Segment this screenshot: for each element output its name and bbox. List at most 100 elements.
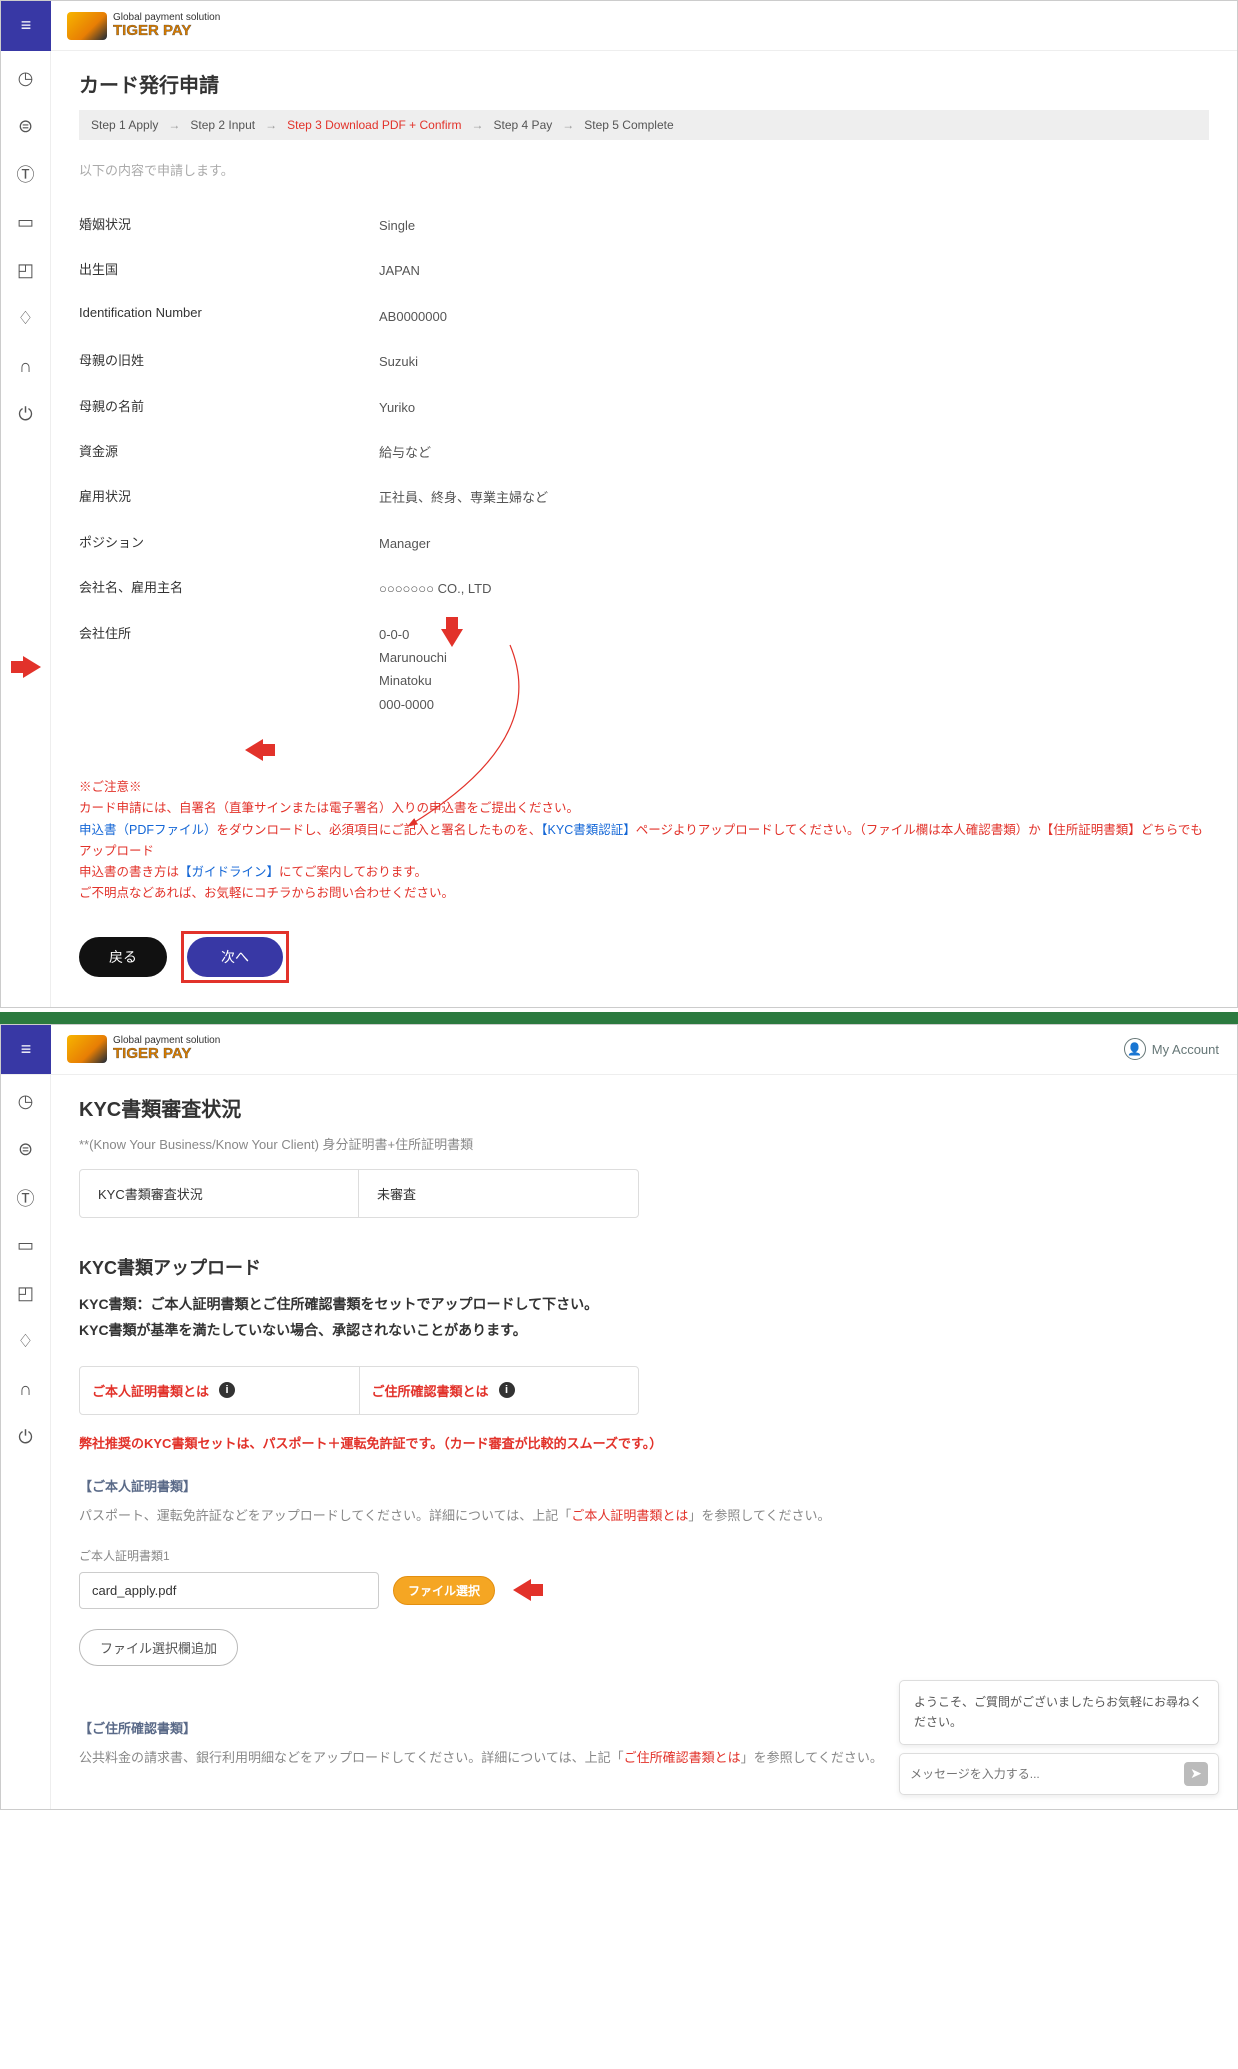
income-value: 給与など: [379, 441, 1209, 464]
step-3: Step 3 Download PDF + Confirm: [287, 118, 461, 132]
notice-block: ※ご注意※ カード申請には、自署名（直筆サインまたは電子署名）入りの申込書をご提…: [79, 777, 1209, 905]
bell-icon[interactable]: ♢: [15, 307, 37, 329]
info-icon: i: [219, 1382, 235, 1398]
clock-icon[interactable]: ◷: [15, 67, 37, 89]
annotation-arrow-next: [245, 739, 263, 764]
company-addr-value: 0-0-0 Marunouchi Minatoku 000-0000: [379, 623, 1209, 717]
marital-label: 婚姻状況: [79, 214, 379, 237]
mother-maiden-value: Suzuki: [379, 350, 1209, 373]
logo-brand-2: TIGER PAY: [113, 1046, 220, 1063]
chat-send-button[interactable]: ➤: [1184, 1762, 1208, 1786]
notice-3a: 申込書の書き方は: [79, 865, 179, 879]
company-addr-label: 会社住所: [79, 623, 379, 717]
tab-addr-label: ご住所確認書類とは: [372, 1381, 489, 1400]
headset-icon-2[interactable]: ∩: [15, 1379, 37, 1401]
tab-addr-docs[interactable]: ご住所確認書類とは i: [360, 1367, 639, 1414]
top-icon-2[interactable]: Ⓣ: [15, 1187, 37, 1209]
breadcrumb-steps: Step 1 Apply→ Step 2 Input→ Step 3 Downl…: [79, 110, 1209, 140]
addr-doc-link[interactable]: ご住所確認書類とは: [624, 1750, 741, 1765]
annotation-arrow-file: [513, 1579, 531, 1601]
box-icon[interactable]: ◰: [15, 259, 37, 281]
kyc-note-2: KYC書類が基準を満たしていない場合、承認されないことがあります。: [79, 1320, 1209, 1340]
birth-country-label: 出生国: [79, 259, 379, 282]
kyc-status-label: KYC書類審査状況: [80, 1170, 359, 1217]
bell-icon-2[interactable]: ♢: [15, 1331, 37, 1353]
hamburger-button[interactable]: ≡: [1, 1, 51, 51]
chat-greeting: ようこそ、ご質問がございましたらお気軽にお尋ねください。: [899, 1680, 1219, 1744]
guideline-link[interactable]: 【ガイドライン】: [179, 865, 279, 879]
box-icon-2[interactable]: ◰: [15, 1283, 37, 1305]
income-label: 資金源: [79, 441, 379, 464]
hamburger-button-2[interactable]: ≡: [1, 1024, 51, 1074]
card-icon-2[interactable]: ▭: [15, 1235, 37, 1257]
tiger-icon-2: [67, 1035, 107, 1063]
chat-input[interactable]: [910, 1767, 1184, 1781]
id-section-head: 【ご本人証明書類】: [79, 1476, 1209, 1495]
kyc-note-1: KYC書類：ご本人証明書類とご住所確認書類をセットでアップロードして下さい。: [79, 1294, 1209, 1314]
notice-3c: にてご案内しております。: [279, 865, 427, 879]
id-field-label: ご本人証明書類1: [79, 1547, 1209, 1564]
notice-2b: をダウンロードし、必須項目にご記入と署名したものを、: [217, 823, 542, 837]
sidebar: ◷ ⊜ Ⓣ ▭ ◰ ♢ ∩ ⏻: [1, 51, 51, 1007]
birth-country-value: JAPAN: [379, 259, 1209, 282]
employment-value: 正社員、終身、専業主婦など: [379, 486, 1209, 509]
file-input-1[interactable]: card_apply.pdf: [79, 1572, 379, 1609]
kyc-page-title: KYC書類審査状況: [79, 1093, 1209, 1122]
kyc-status-value: 未審査: [359, 1170, 434, 1217]
pdf-download-link[interactable]: 申込書（PDFファイル）: [79, 823, 217, 837]
company-label: 会社名、雇用主名: [79, 577, 379, 600]
id-section-desc: パスポート、運転免許証などをアップロードしてください。詳細については、上記「ご本…: [79, 1505, 1209, 1527]
step-2: Step 2 Input: [190, 118, 255, 132]
marital-value: Single: [379, 214, 1209, 237]
kyc-upload-title: KYC書類アップロード: [79, 1254, 1209, 1280]
yen-icon-2[interactable]: ⊜: [15, 1139, 37, 1161]
notice-headline: ※ご注意※: [79, 777, 1209, 798]
tiger-icon: [67, 12, 107, 40]
idnum-value: AB0000000: [379, 305, 1209, 328]
logo-2: Global payment solution TIGER PAY: [67, 1035, 220, 1063]
logo-brand: TIGER PAY: [113, 23, 220, 40]
power-icon[interactable]: ⏻: [15, 403, 37, 425]
employment-label: 雇用状況: [79, 486, 379, 509]
clock-icon-2[interactable]: ◷: [15, 1091, 37, 1113]
position-value: Manager: [379, 532, 1209, 555]
my-account-label: My Account: [1152, 1042, 1219, 1057]
sidebar-2: ◷ ⊜ Ⓣ ▭ ◰ ♢ ∩ ⏻: [1, 1075, 51, 1809]
next-button-highlight: 次へ: [181, 931, 289, 983]
mother-maiden-label: 母親の旧姓: [79, 350, 379, 373]
tab-id-docs[interactable]: ご本人証明書類とは i: [80, 1367, 360, 1414]
headset-icon[interactable]: ∩: [15, 355, 37, 377]
kyc-link[interactable]: 【KYC書類認証】: [541, 823, 635, 837]
id-doc-link[interactable]: ご本人証明書類とは: [571, 1508, 688, 1523]
back-button[interactable]: 戻る: [79, 937, 167, 977]
chat-widget: ようこそ、ご質問がございましたらお気軽にお尋ねください。 ➤: [899, 1680, 1219, 1794]
mother-name-value: Yuriko: [379, 396, 1209, 419]
kyc-status-row: KYC書類審査状況 未審査: [79, 1169, 639, 1218]
company-value: ○○○○○○○ CO., LTD: [379, 577, 1209, 600]
card-icon[interactable]: ▭: [15, 211, 37, 233]
idnum-label: Identification Number: [79, 305, 379, 328]
file-select-button[interactable]: ファイル選択: [393, 1576, 495, 1605]
my-account-link[interactable]: 👤 My Account: [1124, 1038, 1219, 1060]
annotation-arrow-kyc: [441, 629, 463, 650]
info-icon-2: i: [499, 1382, 515, 1398]
notice-head2: カード申請には、自署名（直筆サインまたは電子署名）入りの申込書をご提出ください。: [79, 798, 1209, 819]
tab-id-label: ご本人証明書類とは: [92, 1381, 209, 1400]
step-5: Step 5 Complete: [584, 118, 673, 132]
kyc-subtext: **(Know Your Business/Know Your Client) …: [79, 1134, 1209, 1153]
top-icon[interactable]: Ⓣ: [15, 163, 37, 185]
add-file-slot-button[interactable]: ファイル選択欄追加: [79, 1629, 238, 1666]
power-icon-2[interactable]: ⏻: [15, 1427, 37, 1449]
mother-name-label: 母親の名前: [79, 396, 379, 419]
step-4: Step 4 Pay: [494, 118, 553, 132]
intro-text: 以下の内容で申請します。: [79, 160, 1209, 179]
user-icon: 👤: [1124, 1038, 1146, 1060]
chat-input-row: ➤: [899, 1753, 1219, 1795]
position-label: ポジション: [79, 532, 379, 555]
kyc-recommend: 弊社推奨のKYC書類セットは、パスポート＋運転免許証です。（カード審査が比較的ス…: [79, 1433, 1209, 1452]
page-title: カード発行申請: [79, 69, 1209, 98]
next-button[interactable]: 次へ: [187, 937, 283, 977]
step-1: Step 1 Apply: [91, 118, 158, 132]
notice-line4: ご不明点などあれば、お気軽にコチラからお問い合わせください。: [79, 883, 1209, 904]
yen-icon[interactable]: ⊜: [15, 115, 37, 137]
